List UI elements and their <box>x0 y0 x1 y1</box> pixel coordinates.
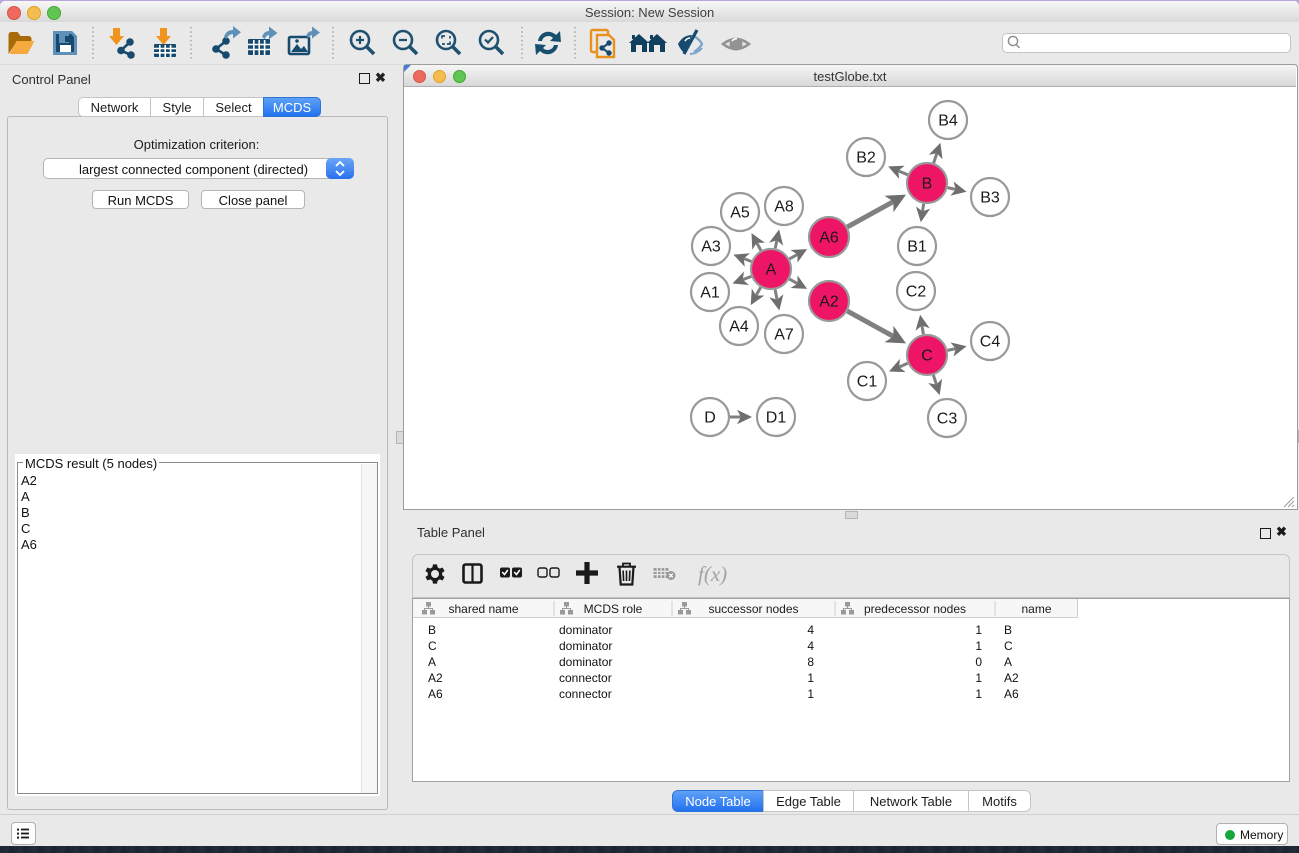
svg-text:f(x): f(x) <box>698 562 727 586</box>
svg-text:B3: B3 <box>980 190 1000 207</box>
svg-text:A3: A3 <box>701 239 721 256</box>
svg-text:C3: C3 <box>937 411 958 428</box>
svg-text:B: B <box>922 176 933 193</box>
svg-text:C: C <box>921 348 933 365</box>
svg-text:C1: C1 <box>857 374 878 391</box>
svg-text:A4: A4 <box>729 319 749 336</box>
svg-text:C2: C2 <box>906 284 927 301</box>
svg-text:A8: A8 <box>774 199 794 216</box>
svg-text:D1: D1 <box>766 410 787 427</box>
svg-text:A2: A2 <box>819 294 839 311</box>
svg-text:C4: C4 <box>980 334 1001 351</box>
svg-text:A7: A7 <box>774 327 794 344</box>
svg-text:D: D <box>704 410 716 427</box>
svg-text:B1: B1 <box>907 239 927 256</box>
svg-text:B2: B2 <box>856 150 876 167</box>
svg-text:B4: B4 <box>938 113 958 130</box>
svg-text:A5: A5 <box>730 205 750 222</box>
svg-text:A: A <box>766 262 777 279</box>
svg-text:A1: A1 <box>700 285 720 302</box>
svg-text:A6: A6 <box>819 230 839 247</box>
